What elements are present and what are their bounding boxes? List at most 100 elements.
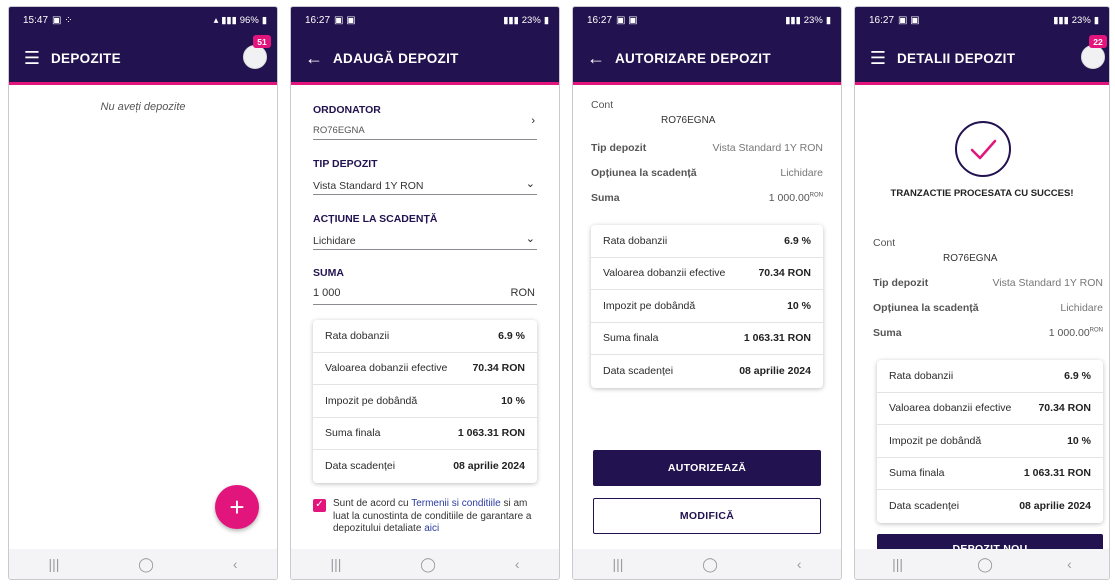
summary-label: Rata dobanzii [889,369,954,382]
check-icon: ✓ [315,499,324,511]
detail-label: Suma [591,192,620,204]
main-content: Cont RO76EGNA Tip depozit Vista Standard… [573,85,841,549]
summary-label: Suma finala [325,427,381,440]
page-title: DETALII DEPOZIT [897,50,1016,66]
summary-value: 08 aprilie 2024 [453,460,525,473]
divider [313,139,537,140]
home-icon[interactable]: ◯ [702,556,718,573]
terms-consent: ✓ Sunt de acord cu Termenii si conditiil… [313,498,543,536]
summary-value: 10 % [501,394,525,407]
add-deposit-button[interactable]: + [215,485,259,529]
notification-icon: ▣ ▣ [334,14,356,26]
back-arrow-icon[interactable]: ← [303,49,325,67]
avatar[interactable] [1081,45,1105,69]
screen-autorizare-depozit: 16:27 ▣ ▣ ▮▮▮ 23% ▮ ← AUTORIZARE DEPOZIT Co… [572,6,842,580]
ordonator-value[interactable]: RO76EGNA [313,125,365,136]
actiune-label: ACȚIUNE LA SCADENȚĂ [313,213,438,225]
summary-row: Rata dobanzii 6.9 % [877,360,1103,393]
home-icon[interactable]: ◯ [420,556,436,573]
recent-apps-icon[interactable]: ||| [612,556,623,572]
actiune-select[interactable]: Lichidare [313,235,356,247]
back-nav-icon[interactable]: ‹ [1067,556,1072,572]
menu-icon[interactable]: ☰ [867,49,889,67]
back-nav-icon[interactable]: ‹ [797,556,802,572]
home-icon[interactable]: ◯ [138,556,154,573]
battery-level: 23% [803,14,823,26]
summary-value: 6.9 % [1064,369,1091,382]
summary-label: Valoarea dobanzii efective [603,267,726,280]
divider [313,194,537,195]
terms-link[interactable]: Termenii si conditiile [411,498,500,509]
cont-value: RO76EGNA [661,115,716,126]
tip-depozit-select[interactable]: Vista Standard 1Y RON [313,180,424,192]
recent-apps-icon[interactable]: ||| [892,556,903,572]
screen-adauga-depozit: 16:27 ▣ ▣ ▮▮▮ 23% ▮ ← ADAUGĂ DEPOZIT ORDONA… [290,6,560,580]
summary-label: Impozit pe dobândă [325,394,418,407]
summary-label: Impozit pe dobândă [603,299,696,312]
empty-state-text: Nu aveți depozite [100,101,186,113]
detail-label: Tip depozit [873,277,929,289]
app-bar: 15:47 ▣ ⁘ ▴ ▮▮▮ 96% ▮ ☰ DEPOZITE 51 [9,7,277,85]
authorize-button[interactable]: AUTORIZEAZĂ [593,450,821,486]
summary-row: Suma finala 1 063.31 RON [313,418,537,450]
summary-label: Suma finala [889,467,945,480]
chevron-right-icon[interactable]: › [531,115,535,127]
status-time: 16:27 [587,14,613,26]
chevron-down-icon[interactable]: ⌄ [526,177,535,190]
signal-icon: ▮▮▮ [1053,14,1069,26]
summary-row: Impozit pe dobândă 10 % [877,425,1103,458]
deposit-summary-card: Rata dobanzii 6.9 % Valoarea dobanzii efe… [877,360,1103,523]
tip-depozit-label: TIP DEPOZIT [313,158,378,170]
suma-input[interactable]: 1 000 [313,287,341,299]
avatar[interactable] [243,45,267,69]
ordonator-label: ORDONATOR [313,104,381,116]
summary-value: 6.9 % [784,234,811,247]
system-nav-bar: ||| ◯ ‹ [855,549,1109,579]
notification-icon: ▣ ▣ [616,14,638,26]
summary-row: Suma finala 1 063.31 RON [591,323,823,355]
suma-label: SUMA [313,267,344,279]
home-icon[interactable]: ◯ [977,556,993,573]
recent-apps-icon[interactable]: ||| [48,556,59,572]
modify-button[interactable]: MODIFICĂ [593,498,821,534]
summary-row: Suma finala 1 063.31 RON [877,458,1103,490]
terms-checkbox[interactable]: ✓ [313,499,326,512]
summary-value: 10 % [1067,434,1091,447]
summary-row: Data scadenței 08 aprilie 2024 [591,355,823,388]
recent-apps-icon[interactable]: ||| [330,556,341,572]
back-nav-icon[interactable]: ‹ [233,556,238,572]
status-time: 15:47 [23,14,49,26]
detail-label: Suma [873,327,902,339]
amount-value: 1 000.00 [768,192,810,204]
summary-label: Data scadenței [325,460,396,473]
back-nav-icon[interactable]: ‹ [515,556,520,572]
app-bar: 16:27 ▣ ▣ ▮▮▮ 23% ▮ ← AUTORIZARE DEPOZIT [573,7,841,85]
amount-value: 1 000.00 [1048,327,1090,339]
summary-row: Data scadenței 08 aprilie 2024 [877,490,1103,523]
summary-label: Valoarea dobanzii efective [325,362,448,375]
back-arrow-icon[interactable]: ← [585,49,607,67]
main-content: ORDONATOR RO76EGNA › TIP DEPOZIT Vista S… [291,85,559,549]
status-bar: 16:27 ▣ ▣ ▮▮▮ 23% ▮ [573,7,841,33]
page-title: ADAUGĂ DEPOZIT [333,50,459,66]
menu-icon[interactable]: ☰ [21,49,43,67]
summary-value: 70.34 RON [758,267,811,280]
terms-text: Sunt de acord cu Termenii si conditiile … [333,498,543,536]
detail-value: Lichidare [1060,302,1103,314]
status-time: 16:27 [305,14,331,26]
guarantee-link[interactable]: aici [424,523,439,534]
status-bar: 15:47 ▣ ⁘ ▴ ▮▮▮ 96% ▮ [9,7,277,33]
notification-icon: ▣ ▣ [898,14,920,26]
signal-icon: ▴ ▮▮▮ [213,14,237,26]
app-bar: 16:27 ▣ ▣ ▮▮▮ 23% ▮ ☰ DETALII DEPOZIT 22 [855,7,1109,85]
summary-label: Data scadenței [603,365,674,378]
summary-row: Data scadenței 08 aprilie 2024 [313,450,537,483]
summary-row: Impozit pe dobândă 10 % [313,385,537,418]
chevron-down-icon[interactable]: ⌄ [526,232,535,245]
summary-label: Rata dobanzii [325,329,390,342]
summary-row: Impozit pe dobândă 10 % [591,290,823,323]
deposit-summary-card: Rata dobanzii 6.9 % Valoarea dobanzii efe… [591,225,823,388]
detail-value: Vista Standard 1Y RON [712,142,823,154]
summary-row: Valoarea dobanzii efective 70.34 RON [591,258,823,290]
summary-value: 08 aprilie 2024 [739,365,811,378]
